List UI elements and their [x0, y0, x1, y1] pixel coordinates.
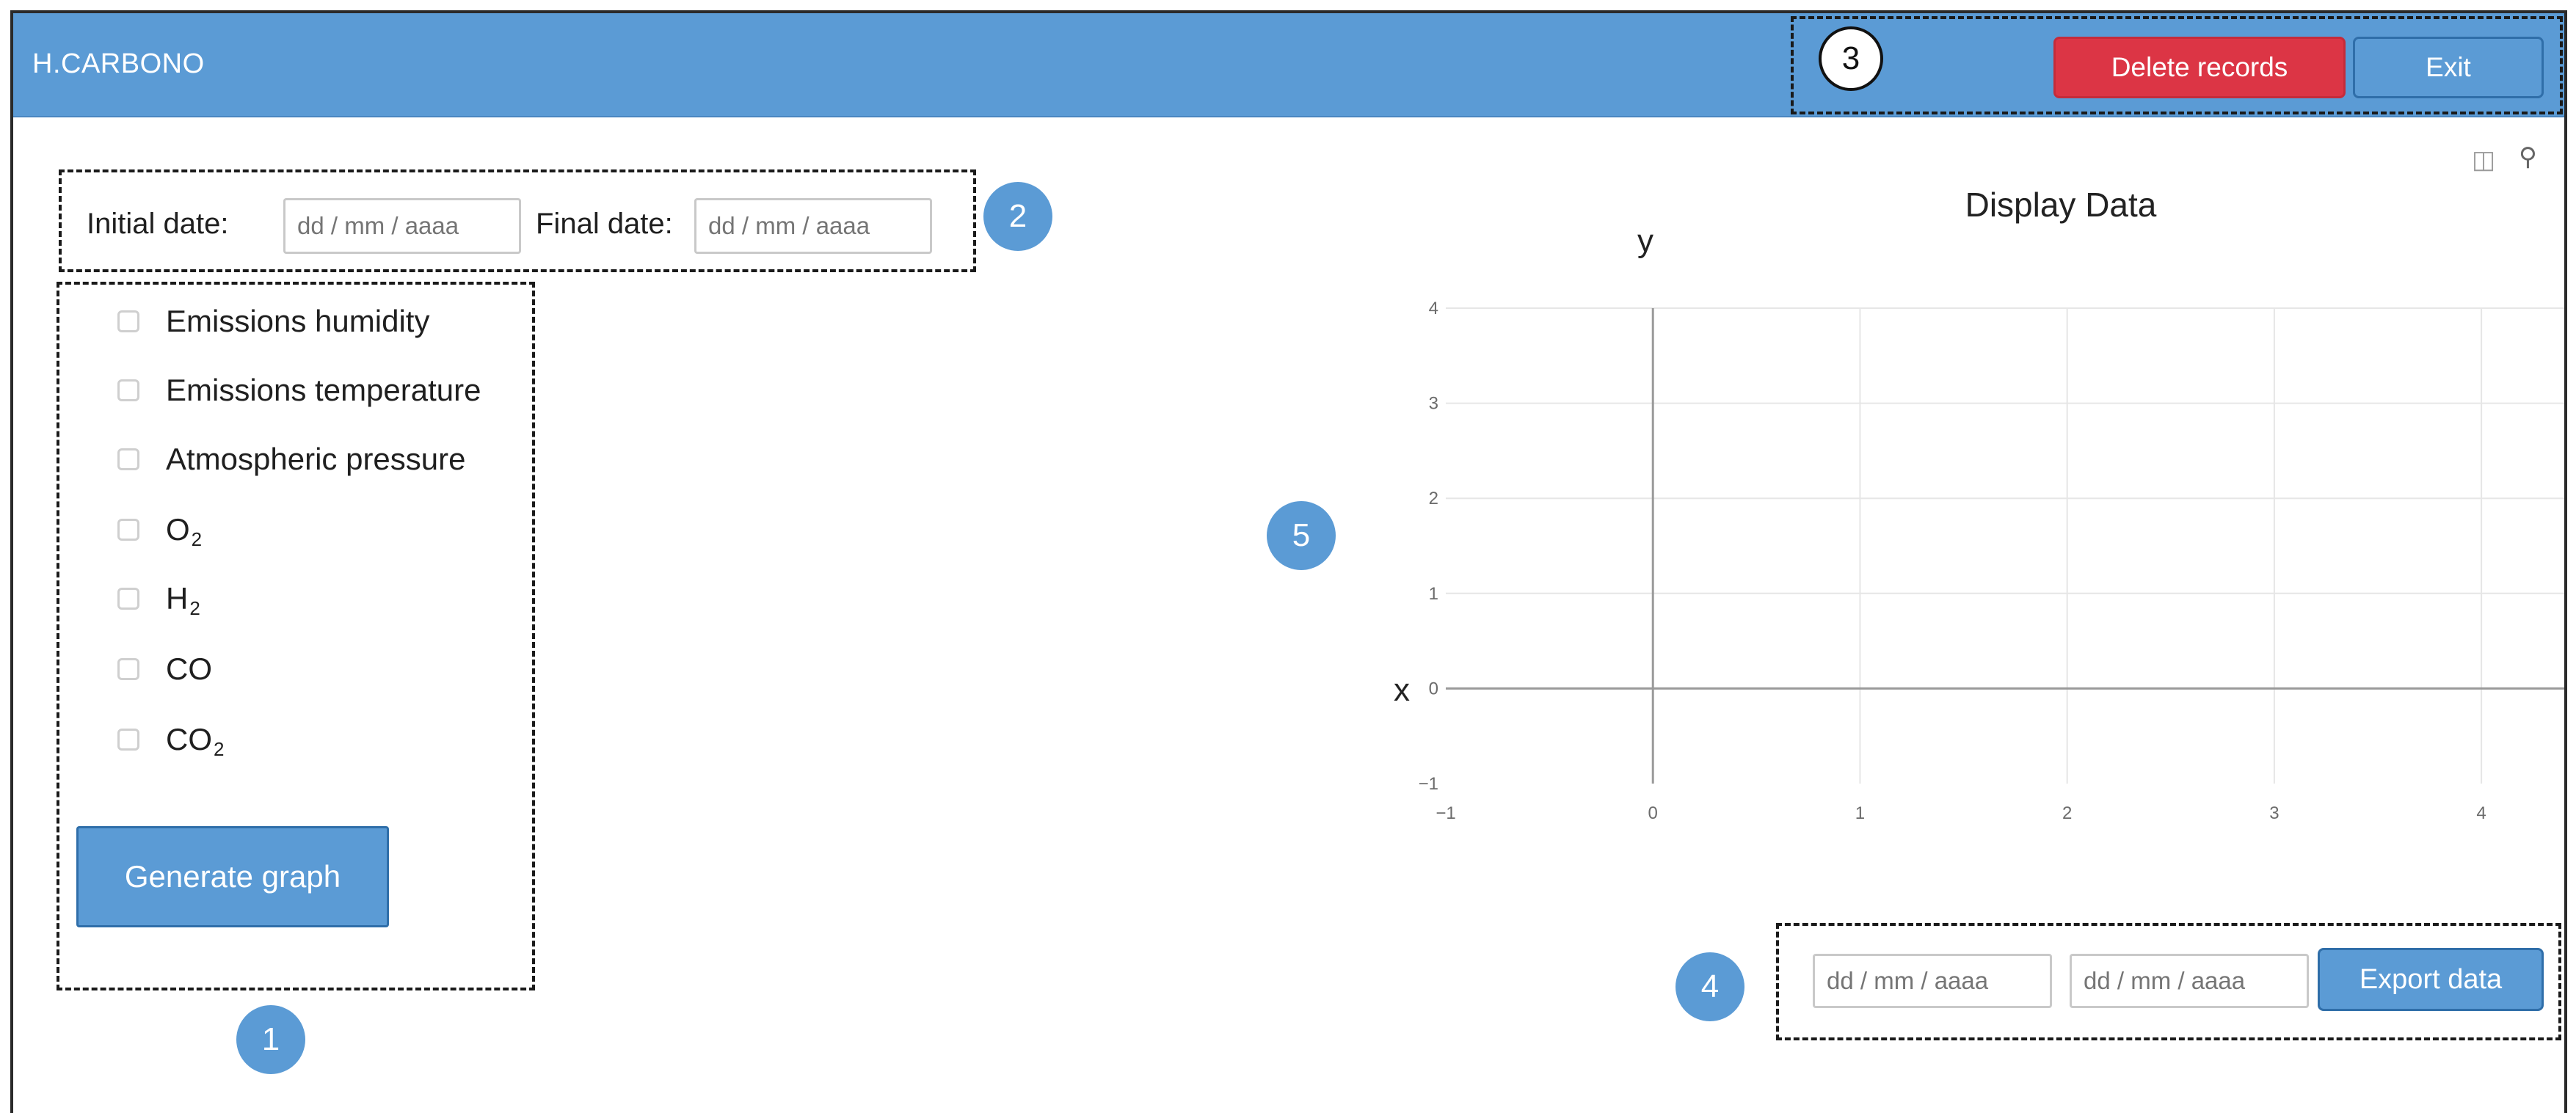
checkbox-label: H2 [166, 581, 200, 619]
checkbox-label: O2 [166, 512, 203, 550]
checkbox-row-emissions-humidity[interactable]: Emissions humidity [117, 299, 429, 343]
zoom-icon[interactable]: ⚲ [2519, 142, 2537, 172]
checkbox-row-emissions-temperature[interactable]: Emissions temperature [117, 368, 481, 412]
formula-base: CO [166, 722, 212, 756]
checkbox[interactable] [117, 658, 139, 680]
marker-5: 5 [1267, 501, 1336, 570]
final-date-input[interactable] [694, 198, 932, 254]
marker-3: 3 [1819, 26, 1883, 91]
checkbox-label: Emissions temperature [166, 373, 481, 407]
checkbox-label: CO2 [166, 722, 225, 760]
export-data-button[interactable]: Export data [2318, 948, 2544, 1011]
app-title: H.CARBONO [32, 48, 205, 79]
checkbox-label: Emissions humidity [166, 304, 430, 338]
export-to-date-input[interactable] [2070, 954, 2309, 1008]
checkbox-row-co2[interactable]: CO2 [117, 718, 224, 762]
checkbox[interactable] [117, 448, 139, 470]
formula-subscript: 2 [214, 738, 225, 760]
formula-base: H [166, 581, 189, 616]
checkbox[interactable] [117, 588, 139, 610]
formula-base: O [166, 512, 190, 547]
checkbox[interactable] [117, 310, 139, 332]
formula-subscript: 2 [191, 528, 203, 550]
marker-4: 4 [1676, 952, 1744, 1021]
checkbox[interactable] [117, 519, 139, 541]
generate-graph-button[interactable]: Generate graph [76, 826, 389, 927]
delete-records-button[interactable]: Delete records [2053, 37, 2346, 98]
initial-date-input[interactable] [283, 198, 521, 254]
initial-date-label: Initial date: [87, 208, 229, 240]
marker-1: 1 [236, 1005, 305, 1074]
exit-button[interactable]: Exit [2353, 37, 2544, 98]
export-from-date-input[interactable] [1813, 954, 2052, 1008]
final-date-label: Final date: [536, 208, 673, 240]
checkbox-row-o2[interactable]: O2 [117, 508, 202, 552]
marker-2: 2 [983, 182, 1052, 251]
checkbox-label: CO [166, 652, 212, 686]
checkbox[interactable] [117, 379, 139, 401]
camera-icon[interactable]: ◫ [2472, 145, 2495, 175]
checkbox-row-co[interactable]: CO [117, 647, 212, 691]
checkbox-row-h2[interactable]: H2 [117, 577, 200, 621]
checkbox[interactable] [117, 729, 139, 751]
formula-subscript: 2 [189, 597, 200, 619]
checkbox-row-atmospheric-pressure[interactable]: Atmospheric pressure [117, 437, 466, 481]
checkbox-label: Atmospheric pressure [166, 442, 466, 476]
